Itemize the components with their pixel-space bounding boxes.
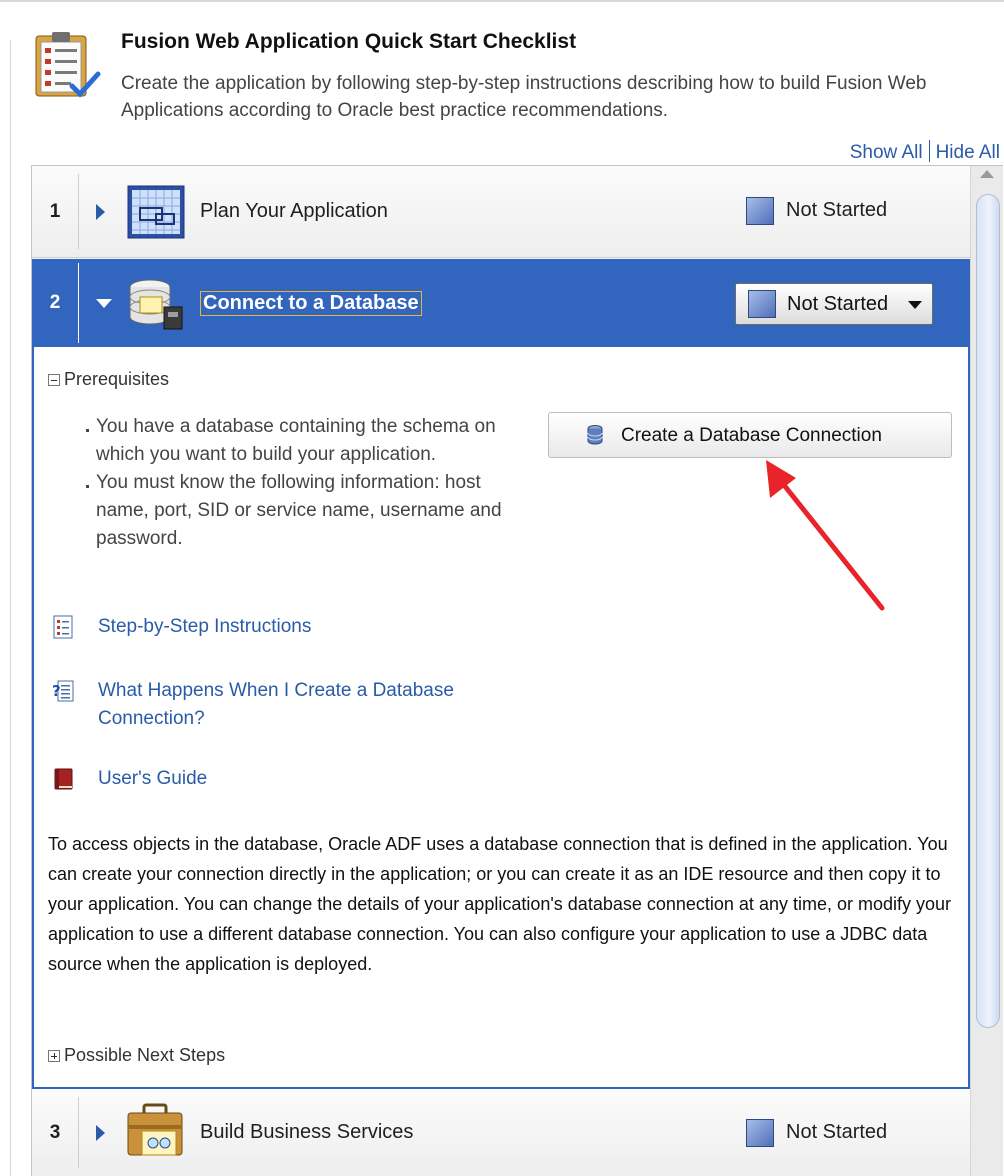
- step-by-step-instructions-link[interactable]: Step-by-Step Instructions: [98, 613, 311, 641]
- database-icon: [587, 425, 603, 445]
- page-title: Fusion Web Application Quick Start Check…: [121, 30, 577, 53]
- prerequisites-list: You have a database containing the schem…: [56, 413, 526, 553]
- step-number: 3: [49, 1122, 61, 1143]
- step-status: Not Started: [786, 1121, 888, 1143]
- database-connection-icon: [129, 279, 183, 330]
- step-title[interactable]: Plan Your Application: [200, 200, 388, 223]
- top-divider: [0, 0, 1004, 2]
- hide-all-link[interactable]: Hide All: [936, 142, 1000, 163]
- step-number: 2: [49, 292, 61, 313]
- status-dropdown[interactable]: Not Started: [735, 283, 933, 325]
- step-title[interactable]: Build Business Services: [200, 1121, 413, 1144]
- step-divider: [78, 1097, 79, 1168]
- vertical-scrollbar[interactable]: [970, 166, 1003, 1176]
- collapse-icon: [48, 374, 60, 386]
- next-steps-label: Possible Next Steps: [64, 1045, 226, 1065]
- scroll-thumb[interactable]: [976, 194, 1000, 1028]
- step-number: 1: [49, 201, 61, 222]
- expand-controls: Show All Hide All: [850, 140, 1000, 164]
- status-swatch-icon: [748, 290, 776, 318]
- list-item: You must know the following information:…: [56, 469, 526, 553]
- expand-arrow-icon[interactable]: [96, 1125, 105, 1141]
- scroll-up-arrow-icon[interactable]: [980, 170, 994, 178]
- show-all-link[interactable]: Show All: [850, 142, 923, 163]
- checklist-icon: [53, 615, 73, 639]
- link-separator: [928, 140, 930, 162]
- prerequisites-toggle[interactable]: Prerequisites: [48, 369, 169, 390]
- book-icon: [54, 768, 73, 790]
- checklist-step-1[interactable]: 1 Plan Your Application Not Started: [32, 166, 970, 258]
- what-happens-link[interactable]: What Happens When I Create a Database Co…: [98, 677, 518, 733]
- next-steps-toggle[interactable]: Possible Next Steps: [48, 1045, 225, 1066]
- step-status: Not Started: [786, 199, 888, 221]
- step-description: To access objects in the database, Oracl…: [48, 834, 952, 974]
- users-guide-link[interactable]: User's Guide: [98, 765, 207, 793]
- page-description: Create the application by following step…: [121, 73, 927, 121]
- svg-text:?: ?: [52, 682, 61, 700]
- checklist-step-2[interactable]: 2 Connect to a Database Not Started: [32, 259, 970, 347]
- dropdown-arrow-icon: [908, 301, 922, 309]
- checklist-header-icon: [35, 32, 101, 98]
- annotation-arrow-icon: [766, 460, 885, 611]
- list-item: You have a database containing the schem…: [56, 413, 526, 469]
- step-divider: [78, 263, 79, 343]
- prerequisites-label: Prerequisites: [64, 369, 170, 389]
- application-plan-icon: [127, 185, 185, 239]
- expand-icon: [48, 1050, 60, 1062]
- left-divider: [10, 40, 11, 1176]
- checklist-step-3[interactable]: 3 Build Business Services Not Started: [32, 1089, 970, 1176]
- status-swatch-icon: [746, 197, 774, 225]
- help-topic-icon: ?: [52, 680, 74, 702]
- expand-arrow-icon[interactable]: [96, 204, 105, 220]
- step-title[interactable]: Connect to a Database: [200, 291, 422, 316]
- collapse-arrow-icon[interactable]: [96, 299, 112, 308]
- status-swatch-icon: [746, 1119, 774, 1147]
- business-services-briefcase-icon: [127, 1103, 183, 1156]
- status-dropdown-value: Not Started: [787, 293, 889, 315]
- step-divider: [78, 174, 79, 249]
